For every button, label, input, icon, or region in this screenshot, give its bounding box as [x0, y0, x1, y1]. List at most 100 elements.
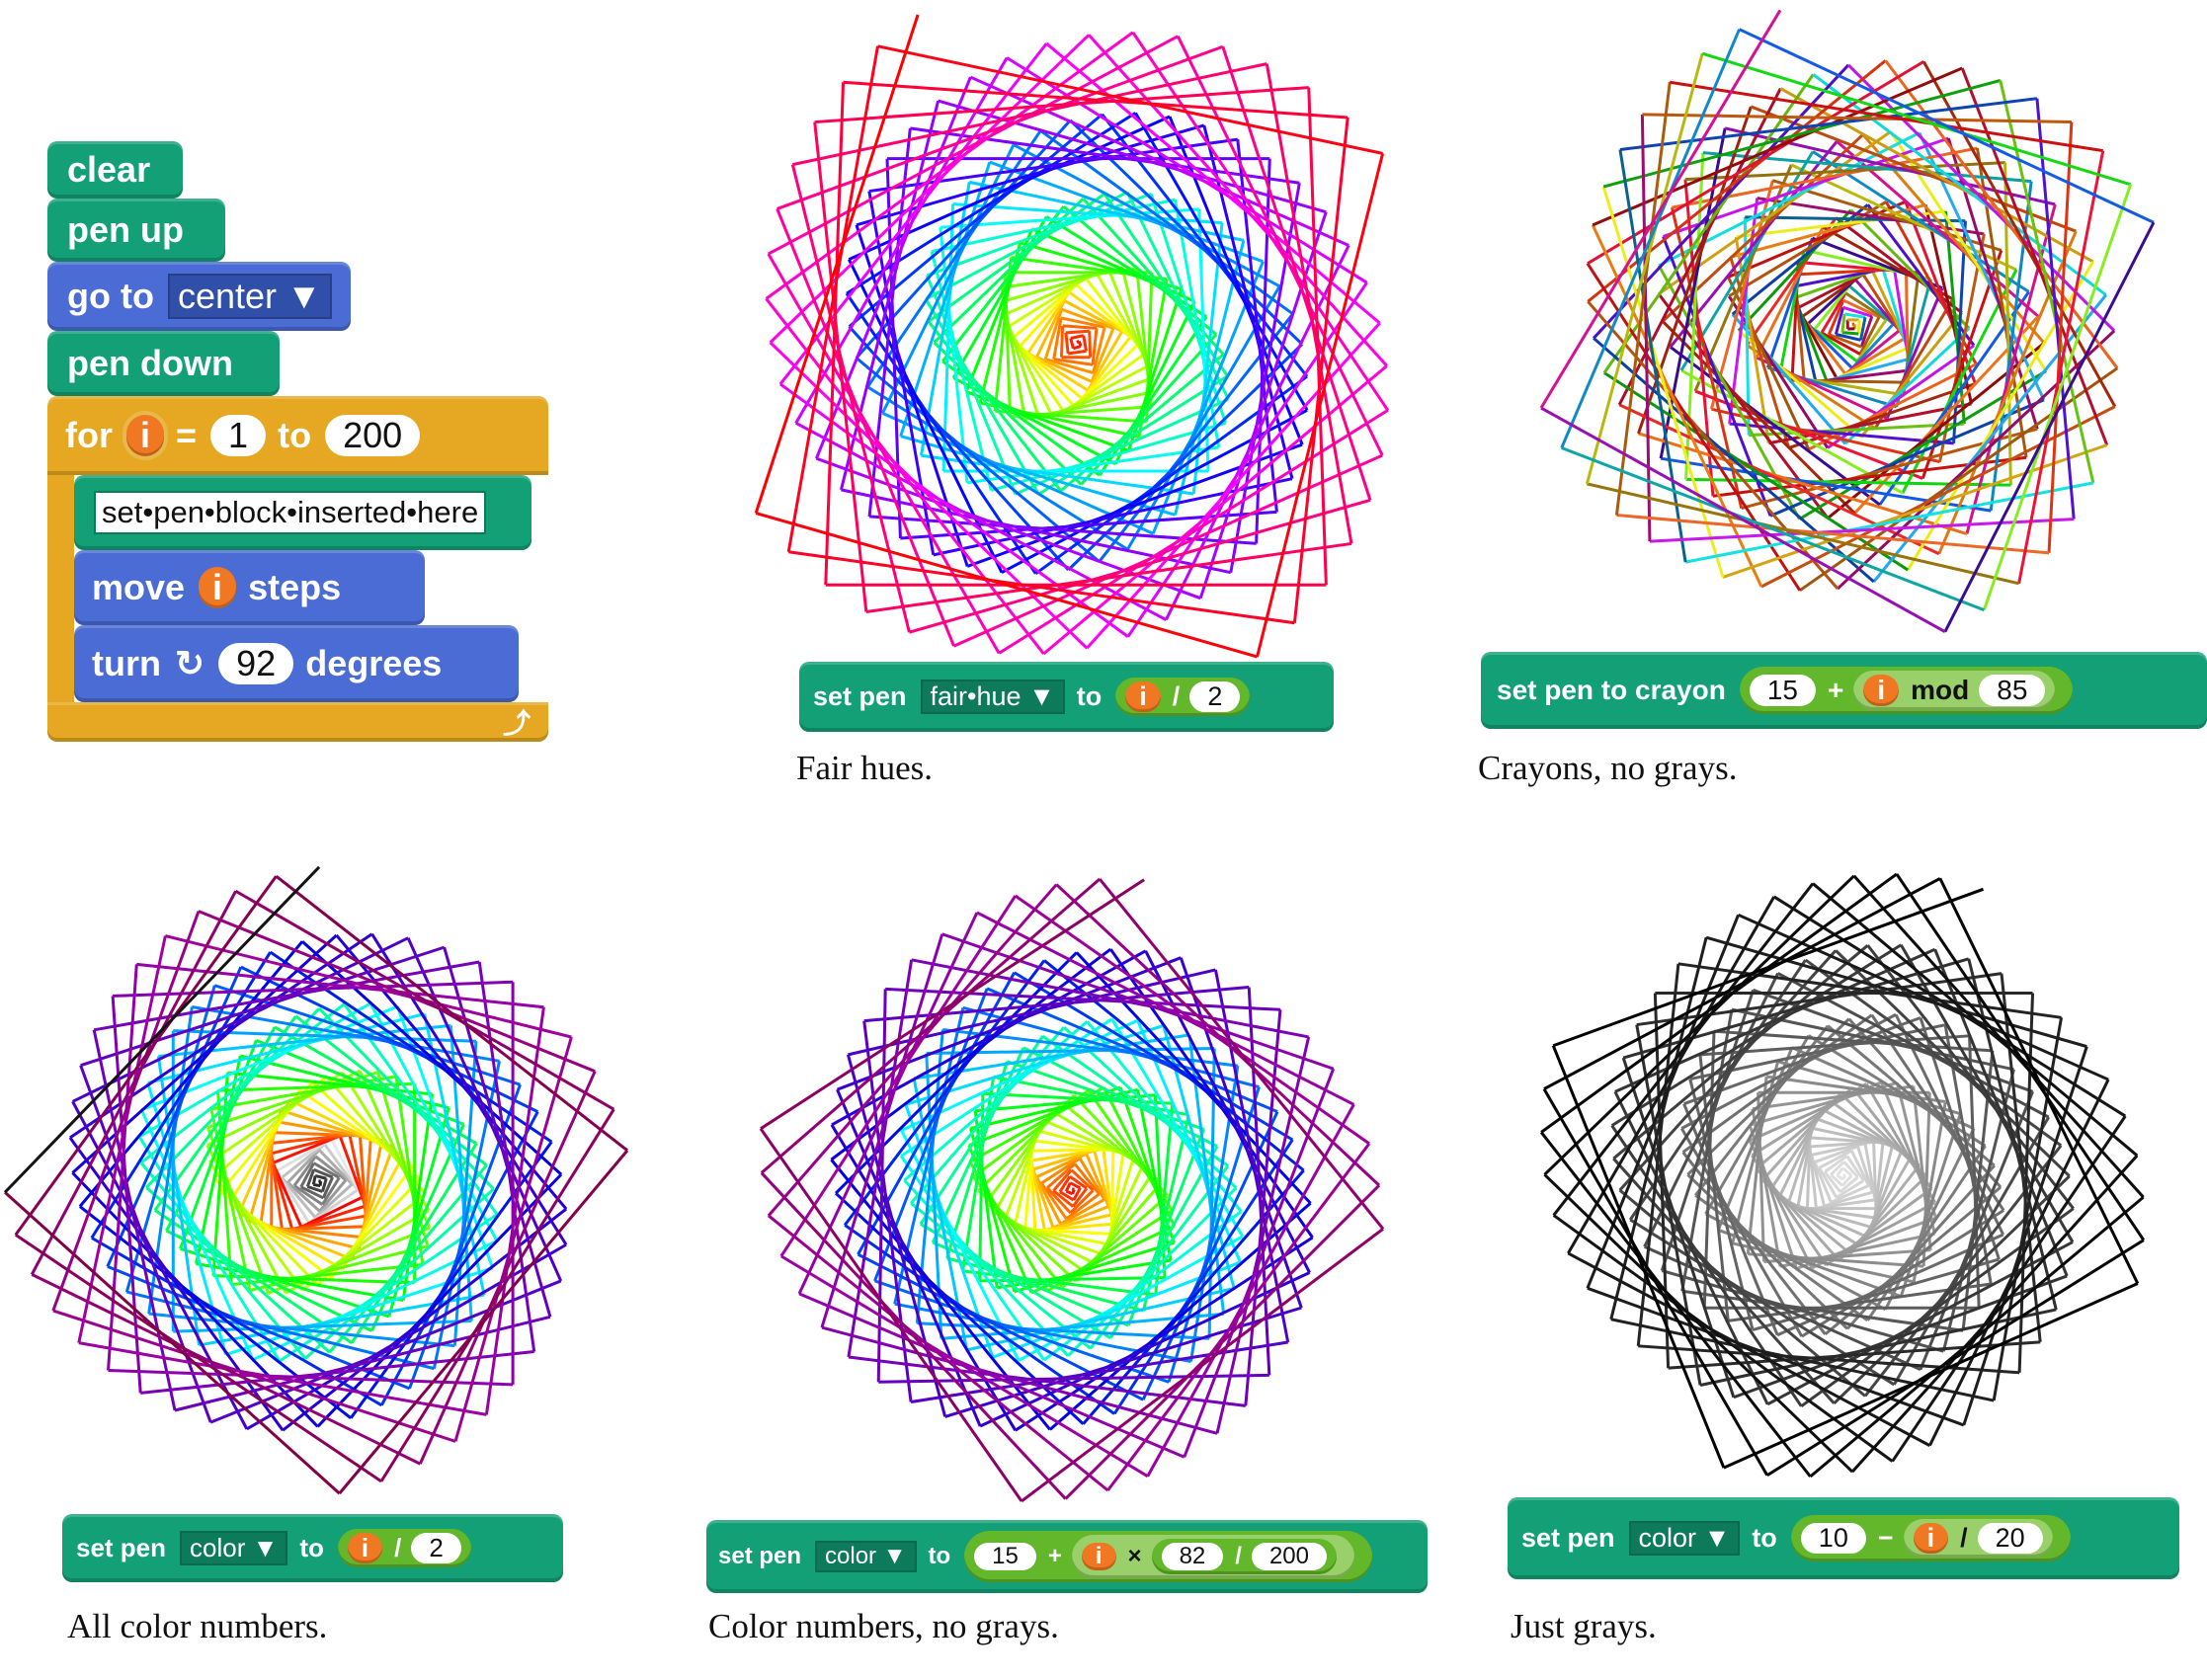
clear-block[interactable]: clear [47, 141, 183, 199]
move-block[interactable]: move i steps [74, 550, 425, 625]
move-label: move [92, 567, 186, 607]
set-pen-grays-block[interactable]: set pen color ▼ to 10− i / 20 [1508, 1497, 2179, 1579]
number-input[interactable]: 200 [1251, 1543, 1327, 1570]
i-variable[interactable]: i [1125, 681, 1161, 712]
set-pen-label: set pen [1521, 1523, 1615, 1553]
divide-reporter[interactable]: i / 20 [1903, 1519, 2053, 1558]
set-pen-label: set pen [76, 1533, 167, 1562]
number-input[interactable]: 15 [1749, 675, 1816, 706]
set-pen-crayon-label: set pen to crayon [1497, 675, 1726, 705]
pen-stroke [1840, 313, 1846, 333]
pen-stroke [780, 1254, 1149, 1479]
pen-stroke [282, 1207, 568, 1432]
for-arm [47, 475, 74, 702]
spiral-no-grays [759, 877, 1385, 1503]
times-reporter[interactable]: i × 82 / 200 [1071, 1535, 1354, 1578]
caption-grays: Just grays. [1511, 1607, 1657, 1645]
pen-up-block[interactable]: pen up [47, 199, 225, 262]
pen-stroke [1728, 198, 1759, 425]
placeholder-text[interactable]: set•pen•block•inserted•here [94, 491, 487, 534]
pen-stroke [338, 1149, 629, 1495]
pen-stroke [1062, 324, 1098, 330]
pen-stroke [314, 1174, 327, 1180]
for-label: for [65, 415, 113, 455]
pen-stroke [1059, 325, 1065, 358]
for-footer: ⤴ [47, 702, 548, 742]
pen-stroke [834, 1192, 1085, 1425]
from-input[interactable]: 1 [210, 415, 267, 456]
rotate-clockwise-icon: ↻ [174, 643, 205, 683]
i-variable[interactable]: i [1863, 675, 1900, 706]
set-pen-placeholder-block[interactable]: set•pen•block•inserted•here [74, 475, 531, 550]
for-block[interactable]: for i = 1 to 200 ⤴ set•pen•block•inserte… [47, 396, 548, 742]
steps-label: steps [248, 567, 342, 607]
turn-block[interactable]: turn ↻ 92 degrees [74, 625, 519, 702]
move-variable[interactable]: i [199, 567, 237, 608]
pen-stroke [1069, 338, 1075, 350]
operator-label: × [1127, 1543, 1142, 1569]
go-to-target-dropdown[interactable]: center ▼ [167, 274, 332, 319]
i-variable[interactable]: i [1913, 1523, 1949, 1554]
pen-stroke [1067, 349, 1087, 356]
pen-attribute-dropdown[interactable]: color ▼ [815, 1541, 917, 1572]
plus-reporter[interactable]: 15 + i mod 85 [1739, 667, 2074, 714]
pen-stroke [1841, 331, 1859, 336]
clear-label: clear [67, 149, 151, 190]
operator-label: / [1172, 681, 1181, 711]
pen-stroke [1070, 334, 1085, 340]
set-pen-fair-hue-block[interactable]: set pen fair•hue ▼ to i / 2 [799, 662, 1334, 732]
pen-stroke [1613, 1090, 1769, 1405]
turn-label: turn [92, 643, 161, 683]
operator-label: mod [1911, 675, 1970, 705]
minus-reporter[interactable]: 10− i / 20 [1790, 1515, 2071, 1561]
divide-reporter[interactable]: 82 / 200 [1151, 1539, 1337, 1574]
pen-stroke [379, 1108, 615, 1482]
loop-variable[interactable]: i [126, 415, 165, 456]
dropdown-arrow-icon: ▼ [1028, 681, 1055, 711]
degrees-input[interactable]: 92 [218, 643, 294, 684]
limit-input[interactable]: 200 [325, 415, 421, 456]
mod-reporter[interactable]: i mod 85 [1853, 671, 2056, 710]
pen-stroke [418, 1071, 597, 1465]
operator-label: − [1877, 1523, 1894, 1553]
plus-reporter[interactable]: 15 + i × 82 / 200 [964, 1531, 1372, 1582]
caption-fair-hues: Fair hues. [796, 749, 934, 787]
set-pen-label: set pen [718, 1543, 802, 1569]
number-input[interactable]: 15 [974, 1543, 1036, 1570]
set-pen-color-block[interactable]: set pen color ▼ to i / 2 [62, 1514, 563, 1582]
caption-no-grays: Color numbers, no grays. [708, 1607, 1059, 1645]
number-input[interactable]: 82 [1161, 1543, 1224, 1570]
operator-label: / [1960, 1523, 1968, 1553]
set-pen-color-no-grays-block[interactable]: set pen color ▼ to 15 + i × 82 / 200 [706, 1520, 1428, 1593]
number-input[interactable]: 2 [1189, 681, 1241, 712]
divide-reporter[interactable]: i / 2 [1115, 678, 1251, 716]
pen-down-block[interactable]: pen down [47, 331, 280, 396]
pen-up-label: pen up [67, 209, 184, 250]
pen-stroke [1082, 1169, 1305, 1425]
pen-stroke [979, 1271, 1311, 1428]
pen-stroke [1065, 329, 1090, 335]
caption-all-colors: All color numbers. [67, 1607, 328, 1645]
operator-label: + [1828, 675, 1844, 705]
pen-attribute-dropdown[interactable]: fair•hue ▼ [920, 680, 1065, 714]
operator-label: / [394, 1533, 402, 1562]
go-to-label: go to [67, 276, 154, 316]
go-to-block[interactable]: go to center ▼ [47, 262, 351, 331]
dropdown-arrow-icon: ▼ [252, 1533, 279, 1562]
i-variable[interactable]: i [347, 1533, 383, 1563]
number-input[interactable]: 2 [411, 1533, 461, 1563]
for-header[interactable]: for i = 1 to 200 [47, 396, 548, 475]
number-input[interactable]: 10 [1800, 1523, 1866, 1554]
dropdown-arrow-icon: ▼ [882, 1543, 907, 1569]
pen-attribute-value: color [1638, 1523, 1697, 1553]
number-input[interactable]: 20 [1977, 1523, 2043, 1554]
to-label: to [299, 1533, 324, 1562]
pen-attribute-dropdown[interactable]: color ▼ [1628, 1521, 1741, 1556]
pen-attribute-dropdown[interactable]: color ▼ [180, 1531, 288, 1565]
spiral-grays [1539, 872, 2146, 1479]
divide-reporter[interactable]: i / 2 [337, 1529, 471, 1567]
i-variable[interactable]: i [1081, 1543, 1116, 1570]
set-pen-crayon-block[interactable]: set pen to crayon 15 + i mod 85 [1481, 652, 2207, 729]
pen-stroke [1850, 1155, 2139, 1474]
number-input[interactable]: 85 [1979, 675, 2046, 706]
